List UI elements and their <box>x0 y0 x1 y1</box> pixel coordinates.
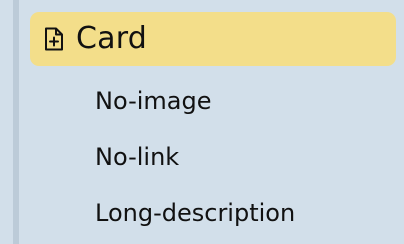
tree-item-no-image[interactable]: No-image <box>95 84 212 118</box>
file-plus-icon <box>43 27 65 51</box>
tree-item-card[interactable]: Card <box>30 12 396 66</box>
tree-guide-line <box>13 0 19 244</box>
sidebar-tree: Card No-image No-link Long-description <box>0 0 404 244</box>
tree-item-label: Card <box>76 21 147 56</box>
tree-item-no-link[interactable]: No-link <box>95 140 179 174</box>
tree-item-long-description[interactable]: Long-description <box>95 196 295 230</box>
